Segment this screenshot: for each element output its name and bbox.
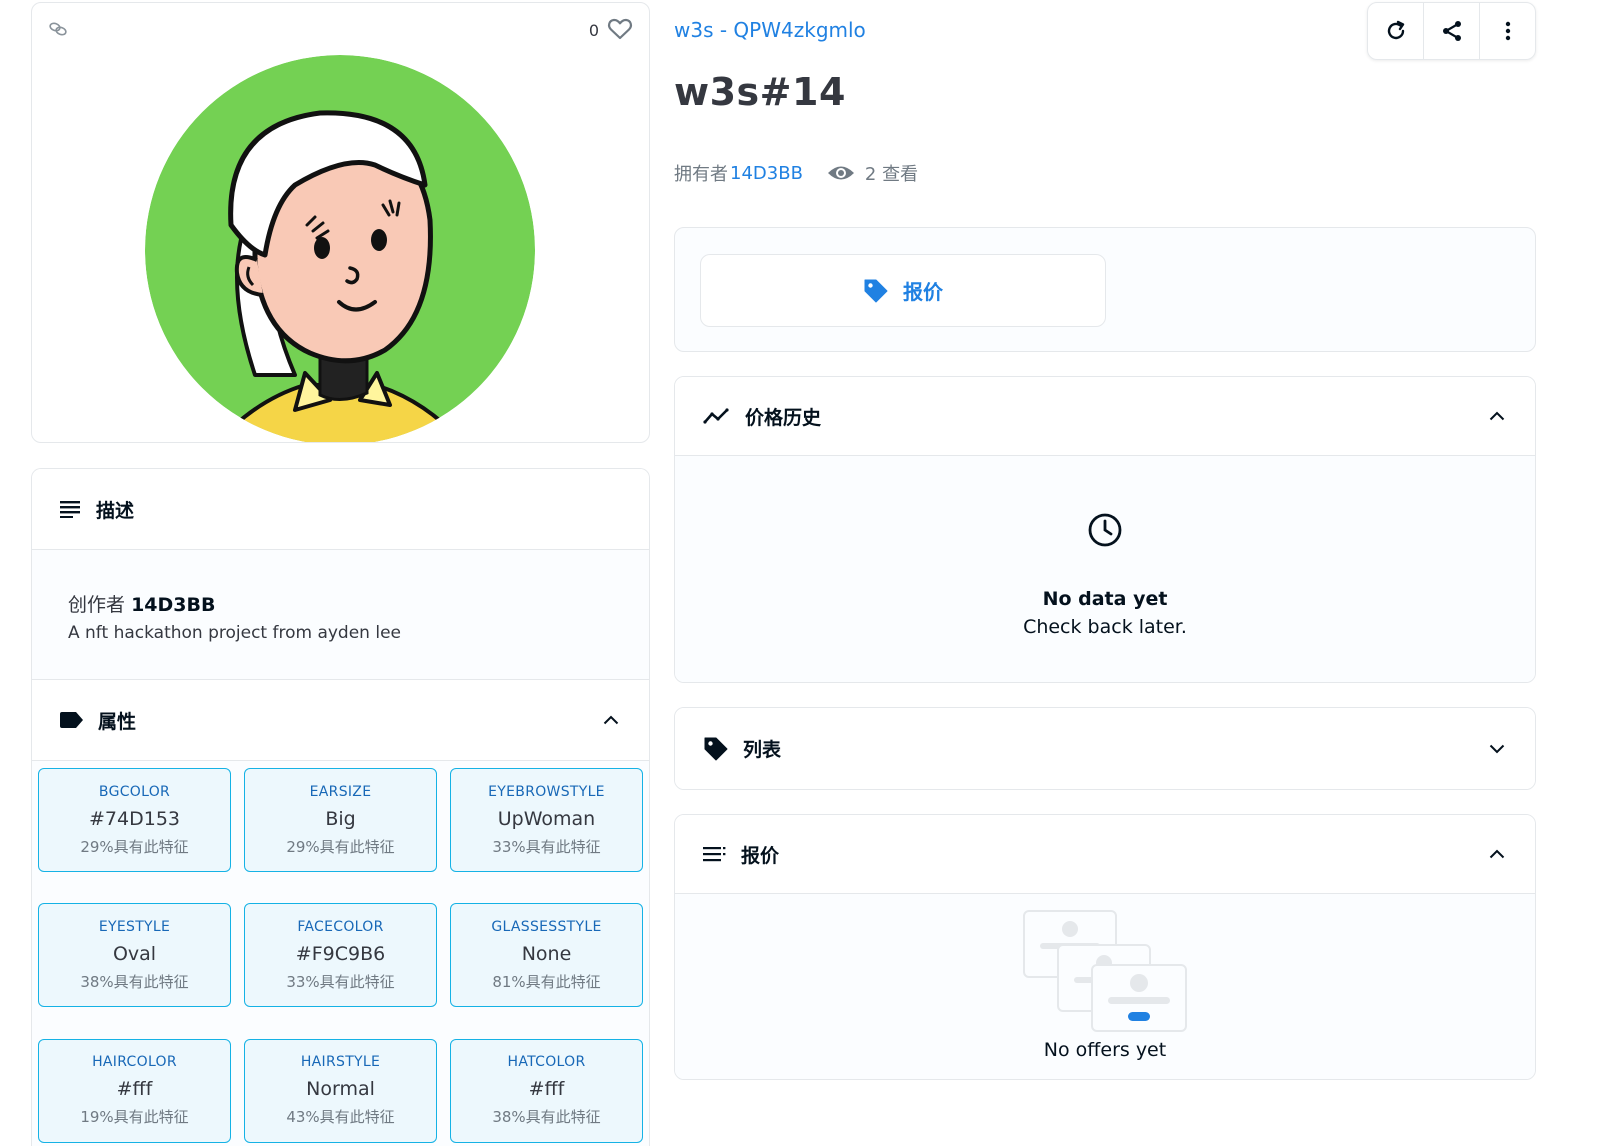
trait-value: UpWoman <box>497 807 596 830</box>
trait-rarity: 33%具有此特征 <box>492 837 601 856</box>
trait-card[interactable]: HAIRSTYLE Normal 43%具有此特征 <box>244 1038 437 1143</box>
trait-rarity: 38%具有此特征 <box>492 1108 601 1127</box>
trait-rarity: 43%具有此特征 <box>286 1108 395 1127</box>
chevron-up-icon[interactable] <box>603 715 619 725</box>
trait-card[interactable]: EARSIZE Big 29%具有此特征 <box>244 768 437 872</box>
creator-link[interactable]: 14D3BB <box>131 594 215 616</box>
list-icon <box>703 846 727 862</box>
trait-type: HAIRSTYLE <box>300 1054 381 1071</box>
chevron-down-icon[interactable] <box>1489 744 1505 754</box>
owner-prefix: 拥有者 <box>674 164 728 185</box>
trait-rarity: 81%具有此特征 <box>492 972 601 991</box>
favorite-count: 0 <box>588 21 599 40</box>
trait-value: #74D153 <box>89 807 180 830</box>
description-title: 描述 <box>96 499 135 522</box>
trait-value: Oval <box>112 942 157 965</box>
heart-icon[interactable] <box>607 17 633 41</box>
trait-type: BGCOLOR <box>98 783 171 800</box>
trait-value: #F9C9B6 <box>295 942 386 965</box>
trait-card[interactable]: BGCOLOR #74D153 29%具有此特征 <box>38 768 231 872</box>
trait-card[interactable]: GLASSESSTYLE None 81%具有此特征 <box>450 903 643 1008</box>
trait-type: HATCOLOR <box>507 1054 586 1071</box>
share-icon <box>1441 20 1463 42</box>
share-button[interactable] <box>1424 3 1480 59</box>
clock-icon <box>1087 512 1123 548</box>
chevron-up-icon[interactable] <box>1489 849 1505 859</box>
description-text: A nft hackathon project from ayden lee <box>68 623 402 643</box>
creator-prefix: 创作者 <box>68 594 126 616</box>
refresh-icon <box>1385 20 1407 42</box>
traits-grid: BGCOLOR #74D153 29%具有此特征 EARSIZE Big 29%具有此特征… <box>32 761 649 1146</box>
trait-type: FACECOLOR <box>297 918 384 935</box>
tag-icon <box>863 278 889 304</box>
trait-rarity: 38%具有此特征 <box>80 972 189 991</box>
trait-card[interactable]: EYEBROWSTYLE UpWoman 33%具有此特征 <box>450 768 643 872</box>
listings-title: 列表 <box>743 739 782 761</box>
trait-card[interactable]: HAIRCOLOR #fff 19%具有此特征 <box>38 1038 231 1143</box>
chain-link-icon[interactable] <box>48 19 68 39</box>
trait-type: EYESTYLE <box>98 918 171 935</box>
eye-icon <box>827 164 855 182</box>
owner-row: 拥有者 14D3BB 2 查看 <box>674 160 918 186</box>
offer-panel: 报价 <box>674 227 1536 352</box>
price-history-body: No data yet Check back later. <box>675 456 1535 682</box>
make-offer-button[interactable]: 报价 <box>700 254 1106 327</box>
offers-empty-text: No offers yet <box>1043 1039 1167 1061</box>
more-vertical-icon <box>1505 21 1511 41</box>
trait-rarity: 33%具有此特征 <box>286 972 395 991</box>
item-actions <box>1367 2 1536 60</box>
price-history-title: 价格历史 <box>745 406 822 429</box>
listings-panel: 列表 <box>674 707 1536 790</box>
trait-card[interactable]: FACECOLOR #F9C9B6 33%具有此特征 <box>244 903 437 1008</box>
description-header: 描述 <box>32 469 649 550</box>
trait-card[interactable]: HATCOLOR #fff 38%具有此特征 <box>450 1038 643 1143</box>
trait-type: GLASSESSTYLE <box>491 918 602 935</box>
trait-type: EYEBROWSTYLE <box>488 783 605 800</box>
empty-state-subtitle: Check back later. <box>1023 616 1187 638</box>
creator-line: 创作者 14D3BB <box>68 590 613 617</box>
price-history-panel: 价格历史 No data yet Check back later. <box>674 376 1536 683</box>
trait-value: Normal <box>306 1078 375 1101</box>
attributes-title: 属性 <box>98 710 137 733</box>
description-body: 创作者 14D3BB A nft hackathon project from … <box>32 550 649 680</box>
list-icon <box>60 500 82 518</box>
trait-rarity: 29%具有此特征 <box>286 837 395 856</box>
offers-body: No offers yet <box>675 894 1535 1079</box>
trend-line-icon <box>703 407 731 425</box>
empty-state-title: No data yet <box>1042 588 1168 610</box>
trait-value: Big <box>325 807 356 830</box>
nft-image-card: 0 <box>31 2 650 443</box>
trait-rarity: 29%具有此特征 <box>80 837 189 856</box>
attributes-header[interactable]: 属性 <box>32 680 649 761</box>
offers-header[interactable]: 报价 <box>675 815 1535 894</box>
price-history-header[interactable]: 价格历史 <box>675 377 1535 456</box>
trait-value: None <box>521 942 572 965</box>
offers-empty-illustration <box>1022 909 1188 1033</box>
chevron-up-icon[interactable] <box>1489 411 1505 421</box>
trait-rarity: 19%具有此特征 <box>80 1108 189 1127</box>
owner-link[interactable]: 14D3BB <box>730 163 803 184</box>
nft-avatar-image[interactable] <box>145 55 535 442</box>
trait-value: #fff <box>528 1078 565 1101</box>
view-count: 2 查看 <box>864 164 919 185</box>
label-icon <box>60 711 84 729</box>
item-title: w3s#14 <box>674 70 846 114</box>
collection-link[interactable]: w3s - QPW4zkgmlo <box>674 18 866 42</box>
trait-type: HAIRCOLOR <box>92 1054 177 1071</box>
offers-title: 报价 <box>741 844 780 867</box>
offers-panel: 报价 No offers yet <box>674 814 1536 1080</box>
details-panel: 描述 创作者 14D3BB A nft hackathon project fr… <box>31 468 650 1146</box>
listings-header[interactable]: 列表 <box>675 708 1535 789</box>
more-options-button[interactable] <box>1480 3 1535 59</box>
make-offer-label: 报价 <box>903 280 943 304</box>
trait-value: #fff <box>116 1078 153 1101</box>
tag-icon <box>703 736 729 762</box>
trait-card[interactable]: EYESTYLE Oval 38%具有此特征 <box>38 903 231 1008</box>
refresh-button[interactable] <box>1368 3 1424 59</box>
trait-type: EARSIZE <box>309 783 372 800</box>
